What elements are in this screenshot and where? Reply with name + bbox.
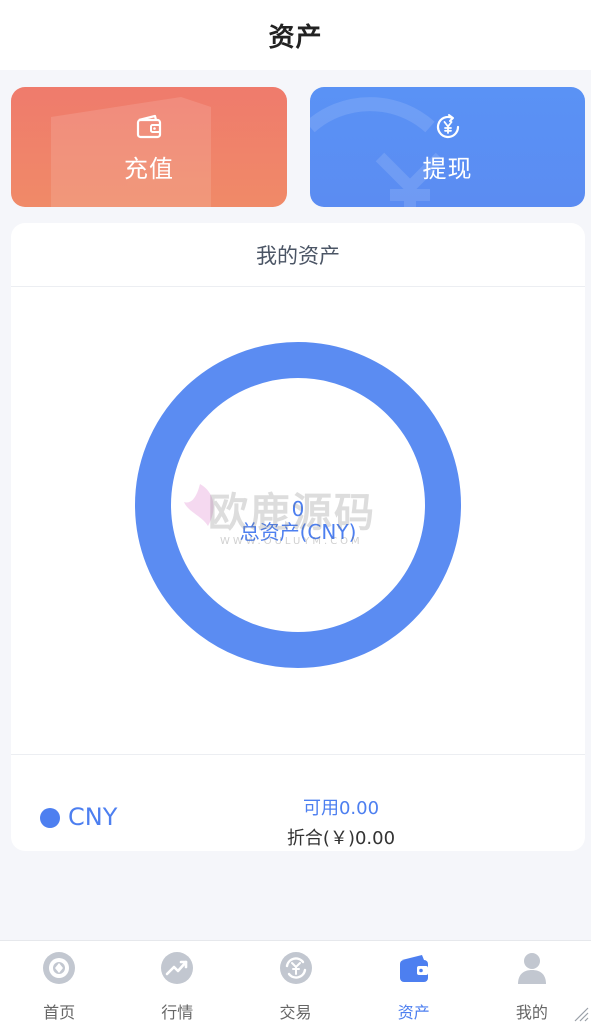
page-title: 资产: [268, 22, 323, 53]
tab-label: 我的: [515, 1003, 548, 1022]
tab-home[interactable]: 首页: [0, 941, 118, 1024]
my-assets-title: 我的资产: [11, 223, 585, 287]
currency-row-cny[interactable]: CNY 可用0.00 折合(￥)0.00: [11, 756, 585, 851]
bottom-tab-bar: 首页 行情 交易 资产 我的: [0, 940, 591, 1024]
tab-assets[interactable]: 资产: [355, 941, 473, 1024]
home-icon: [43, 952, 76, 984]
trade-icon: [279, 952, 312, 984]
market-icon: [161, 952, 194, 984]
withdraw-icon: [436, 113, 459, 138]
card-decoration: [51, 97, 211, 207]
tab-trade[interactable]: 交易: [236, 941, 354, 1024]
asset-donut-chart: 0 总资产(CNY): [11, 287, 585, 755]
card-decoration: [310, 97, 445, 207]
wallet-icon: [136, 114, 162, 138]
recharge-label: 充值: [124, 154, 174, 183]
my-assets-panel: 我的资产 0 总资产(CNY) CNY 可用0.00 折合(￥)0.00: [11, 223, 585, 851]
total-asset-value: 0: [291, 497, 305, 521]
currency-code: CNY: [68, 803, 118, 831]
tab-label: 资产: [397, 1003, 430, 1022]
converted-balance: 折合(￥)0.00: [286, 828, 396, 849]
withdraw-label: 提现: [422, 154, 473, 183]
recharge-button[interactable]: 充值: [11, 87, 287, 207]
available-balance: 可用0.00: [302, 798, 380, 819]
resize-grip-icon: [574, 1007, 589, 1022]
total-asset-label: 总资产(CNY): [239, 520, 357, 544]
header-bar: 资产: [0, 0, 591, 70]
wallet-icon: [399, 955, 428, 982]
tab-label: 行情: [161, 1003, 194, 1022]
withdraw-button[interactable]: 提现: [310, 87, 585, 207]
currency-dot: [40, 808, 60, 828]
tab-label: 交易: [279, 1003, 312, 1022]
tab-label: 首页: [43, 1003, 76, 1022]
user-icon: [517, 953, 546, 984]
donut-center: 0 总资产(CNY): [11, 287, 585, 755]
tab-market[interactable]: 行情: [118, 941, 236, 1024]
